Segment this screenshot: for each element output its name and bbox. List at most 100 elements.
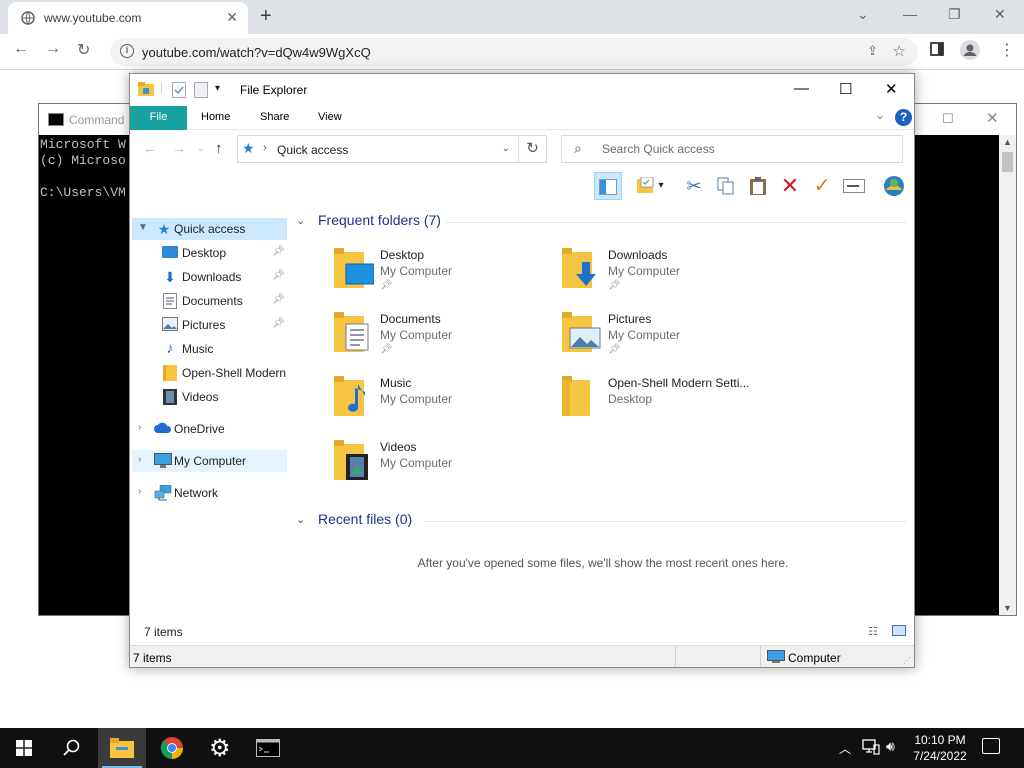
refresh-button[interactable]: ↻ xyxy=(519,135,547,163)
chevron-down-icon[interactable]: ⌄ xyxy=(296,513,305,526)
select-all-icon[interactable]: ✓ xyxy=(808,172,836,200)
folder-tile-videos[interactable]: Videos My Computer xyxy=(332,438,552,494)
sidebar-item-desktop[interactable]: Desktop 📌︎ xyxy=(132,242,287,264)
bookmark-star-icon[interactable]: ☆ xyxy=(893,42,906,60)
up-icon[interactable]: ↑ xyxy=(215,140,223,157)
views-dropdown-icon[interactable]: ▾ xyxy=(654,172,668,200)
breadcrumb-chevron-icon[interactable]: › xyxy=(263,142,267,154)
network-tray-icon[interactable] xyxy=(862,739,880,758)
start-button[interactable] xyxy=(0,728,48,768)
sidebar-item-open-shell[interactable]: Open-Shell Modern xyxy=(132,362,287,384)
paste-icon[interactable] xyxy=(744,172,772,200)
minimize-icon[interactable]: — xyxy=(794,80,809,97)
tab-view[interactable]: View xyxy=(318,111,342,123)
site-info-icon[interactable]: i xyxy=(120,44,134,58)
open-shell-icon[interactable] xyxy=(880,172,908,200)
customize-toolbar-icon[interactable]: ▾ xyxy=(215,83,220,94)
content-pane[interactable]: ⌄ Frequent folders (7) Desktop My Comput… xyxy=(290,210,914,614)
close-icon[interactable]: ✕ xyxy=(986,109,999,127)
share-icon[interactable]: ⇪ xyxy=(867,43,878,59)
tab-share[interactable]: Share xyxy=(260,111,289,123)
folder-tile-pictures[interactable]: Pictures My Computer 📌︎ xyxy=(560,310,780,366)
console-output[interactable]: Microsoft W (c) Microso C:\Users\VM xyxy=(40,137,126,201)
ribbon-expand-icon[interactable]: ⌄ xyxy=(875,108,885,122)
maximize-icon[interactable]: ☐ xyxy=(839,80,852,98)
taskbar-command-prompt[interactable] xyxy=(244,728,292,768)
item-count: 7 items xyxy=(133,651,172,665)
chevron-down-icon[interactable]: ⌄ xyxy=(502,143,510,154)
clock[interactable]: 10:10 PM 7/24/2022 xyxy=(905,732,975,764)
cut-icon[interactable]: ✂ xyxy=(680,172,708,200)
properties-icon[interactable] xyxy=(172,82,186,101)
back-icon[interactable]: ← xyxy=(13,40,29,58)
new-folder-icon[interactable] xyxy=(194,82,208,101)
folder-tile-desktop[interactable]: Desktop My Computer 📌︎ xyxy=(332,246,552,302)
tab-search-icon[interactable]: ⌄ xyxy=(857,6,869,23)
navigation-pane-icon[interactable] xyxy=(594,172,622,200)
sidebar-item-videos[interactable]: Videos xyxy=(132,386,287,408)
scroll-thumb[interactable] xyxy=(1002,152,1013,172)
search-button[interactable] xyxy=(48,728,96,768)
tab-home[interactable]: Home xyxy=(201,111,230,123)
search-input[interactable] xyxy=(600,140,890,158)
sidebar-item-quick-access[interactable]: ▼ ★ Quick access xyxy=(132,218,287,240)
large-icons-view-icon[interactable] xyxy=(892,625,906,639)
forward-icon[interactable]: → xyxy=(172,140,186,156)
sidebar-item-music[interactable]: ♪ Music xyxy=(132,338,287,360)
restore-icon[interactable]: ❐ xyxy=(948,6,961,23)
chevron-right-icon[interactable]: › xyxy=(138,422,141,433)
taskbar-file-explorer[interactable] xyxy=(98,728,146,768)
new-tab-button[interactable]: + xyxy=(260,5,272,28)
recent-files-header[interactable]: ⌄ Recent files (0) xyxy=(296,511,906,533)
file-explorer-window[interactable]: | ▾ File Explorer — ☐ ✕ File Home Share … xyxy=(129,73,915,668)
sidebar-item-onedrive[interactable]: › OneDrive xyxy=(132,418,287,440)
details-view-icon[interactable]: ☷ xyxy=(868,625,878,638)
maximize-icon[interactable]: ☐ xyxy=(942,111,954,127)
close-tab-icon[interactable]: ✕ xyxy=(226,9,238,26)
folder-tile-open-shell[interactable]: Open-Shell Modern Setti... Desktop xyxy=(560,374,780,430)
notification-icon[interactable] xyxy=(982,738,1000,754)
resize-grip-icon[interactable]: ⋰ xyxy=(903,656,911,665)
profile-avatar-icon[interactable] xyxy=(960,40,980,63)
menu-kebab-icon[interactable]: ⋮ xyxy=(999,40,1015,60)
sidebar-item-downloads[interactable]: ⬇ Downloads 📌︎ xyxy=(132,266,287,288)
breadcrumb[interactable]: Quick access xyxy=(277,143,348,157)
search-box[interactable]: ⌕ xyxy=(561,135,903,163)
explorer-titlebar[interactable]: | ▾ File Explorer — ☐ ✕ xyxy=(130,74,914,106)
console-scrollbar[interactable]: ▲ ▼ xyxy=(999,135,1016,615)
back-icon[interactable]: ← xyxy=(143,140,157,156)
folder-tile-downloads[interactable]: Downloads My Computer 📌︎ xyxy=(560,246,780,302)
rename-icon[interactable] xyxy=(840,172,868,200)
scroll-down-icon[interactable]: ▼ xyxy=(1003,603,1012,613)
sidebar-item-my-computer[interactable]: › My Computer xyxy=(132,450,287,472)
address-box[interactable]: ★ › Quick access ⌄ xyxy=(237,135,519,163)
close-window-icon[interactable]: ✕ xyxy=(994,6,1006,23)
chevron-up-icon[interactable]: ︿ xyxy=(839,740,851,757)
sidebar-item-documents[interactable]: Documents 📌︎ xyxy=(132,290,287,312)
volume-icon[interactable]: 🔊︎ xyxy=(886,738,895,755)
folder-tile-music[interactable]: Music My Computer xyxy=(332,374,552,430)
chevron-down-icon[interactable]: ⌄ xyxy=(296,214,305,227)
copy-icon[interactable] xyxy=(712,172,740,200)
help-button[interactable]: ? xyxy=(895,109,912,126)
browser-tab[interactable]: www.youtube.com ✕ xyxy=(8,2,248,34)
chevron-right-icon[interactable]: › xyxy=(138,454,141,465)
taskbar-settings[interactable]: ⚙ xyxy=(196,728,244,768)
minimize-icon[interactable]: — xyxy=(903,6,917,22)
forward-icon[interactable]: → xyxy=(45,40,61,58)
reload-icon[interactable]: ↻ xyxy=(77,40,90,60)
address-bar[interactable]: i youtube.com/watch?v=dQw4w9WgXcQ ⇪ ☆ xyxy=(110,38,918,66)
chevron-right-icon[interactable]: › xyxy=(138,486,141,497)
tab-file[interactable]: File xyxy=(130,106,187,130)
sidebar-item-network[interactable]: › Network xyxy=(132,482,287,504)
frequent-folders-header[interactable]: ⌄ Frequent folders (7) xyxy=(296,212,906,234)
chevron-down-icon[interactable]: ▼ xyxy=(138,222,148,233)
close-icon[interactable]: ✕ xyxy=(885,80,898,98)
folder-tile-documents[interactable]: Documents My Computer 📌︎ xyxy=(332,310,552,366)
sidebar-item-pictures[interactable]: Pictures 📌︎ xyxy=(132,314,287,336)
taskbar-chrome[interactable] xyxy=(148,728,196,768)
recent-locations-icon[interactable]: ⌄ xyxy=(197,143,205,154)
scroll-up-icon[interactable]: ▲ xyxy=(1003,137,1012,147)
side-panel-icon[interactable] xyxy=(930,42,944,59)
delete-icon[interactable]: ✕ xyxy=(776,172,804,200)
